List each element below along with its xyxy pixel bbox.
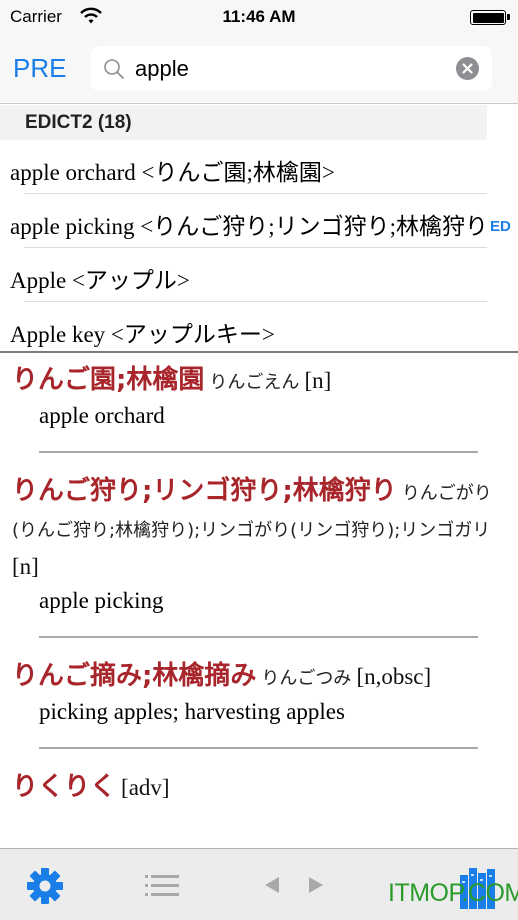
list-icon[interactable] (145, 871, 179, 901)
headword-line: りんご狩り;リンゴ狩り;林檎狩り りんごがり(りんご狩り;林檎狩り);リンゴがり… (12, 473, 506, 586)
gloss: picking apples; harvesting apples (39, 699, 345, 724)
result-label: apple picking <りんご狩り;リンゴ狩り;林檎狩り> (10, 214, 487, 239)
search-input[interactable] (135, 46, 445, 91)
headword-line: りんご摘み;林檎摘み りんごつみ [n,obsc] (12, 658, 506, 697)
headword: りくりく (12, 772, 117, 802)
headword: りんご摘み;林檎摘み (12, 661, 257, 691)
part-of-speech: [n] (12, 554, 39, 579)
headword-line: りんご園;林檎園 りんごえん [n] (12, 362, 506, 401)
entry-separator (39, 451, 478, 453)
clear-search-button[interactable] (456, 57, 479, 80)
result-row[interactable]: Apple key <アップルキー> (0, 302, 487, 356)
headword: りんご園;林檎園 (12, 365, 205, 395)
part-of-speech: [n,obsc] (356, 664, 432, 689)
search-box[interactable] (91, 46, 492, 91)
clock: 11:46 AM (222, 7, 296, 26)
result-row[interactable]: apple orchard <りんご園;林檎園> (0, 140, 487, 194)
detail-pane: りんご園;林檎園 りんごえん [n] apple orchard りんご狩り;リ… (0, 354, 518, 848)
dictionary-entry: りんご園;林檎園 りんごえん [n] apple orchard (0, 354, 518, 453)
status-bar: Carrier 11:46 AM (0, 0, 518, 34)
back-arrow-icon[interactable] (264, 876, 280, 894)
reading: りんごつみ (261, 668, 352, 689)
result-label: Apple <アップル> (10, 268, 190, 293)
battery-icon (470, 10, 506, 25)
section-title: EDICT2 (18) (25, 112, 132, 133)
result-row[interactable]: apple picking <りんご狩り;リンゴ狩り;林檎狩り> (0, 194, 487, 248)
section-index-label[interactable]: ED (490, 218, 511, 235)
part-of-speech: [adv] (121, 775, 170, 800)
search-icon (104, 59, 124, 79)
result-label: Apple key <アップルキー> (10, 322, 275, 347)
gloss: apple picking (39, 588, 164, 613)
dictionary-entry: りんご摘み;林檎摘み りんごつみ [n,obsc] picking apples… (0, 658, 518, 749)
gear-icon[interactable] (25, 866, 65, 906)
pre-button[interactable]: PRE (13, 53, 66, 84)
watermark: ITMOP.COM (388, 879, 518, 907)
result-label: apple orchard <りんご園;林檎園> (10, 160, 335, 185)
result-list: apple orchard <りんご園;林檎園> apple picking <… (0, 140, 518, 356)
result-row[interactable]: Apple <アップル> (0, 248, 487, 302)
dictionary-entry: りくりく [adv] (0, 769, 518, 807)
section-header: EDICT2 (18) (0, 105, 487, 140)
part-of-speech: [n] (304, 368, 332, 393)
reading: りんごえん (209, 372, 300, 393)
entry-separator (39, 747, 478, 749)
forward-arrow-icon[interactable] (308, 876, 324, 894)
entry-separator (39, 636, 478, 638)
clear-icon (462, 63, 473, 74)
dictionary-entry: りんご狩り;リンゴ狩り;林檎狩り りんごがり(りんご狩り;林檎狩り);リンゴがり… (0, 473, 518, 638)
split-divider[interactable] (0, 351, 518, 353)
battery-tip (507, 14, 510, 20)
headword-line: りくりく [adv] (12, 769, 506, 807)
gloss: apple orchard (39, 403, 165, 428)
bottom-toolbar: ITMOP.COM (0, 848, 518, 920)
headword: りんご狩り;リンゴ狩り;林檎狩り (12, 476, 397, 506)
nav-bar: PRE (0, 34, 518, 104)
